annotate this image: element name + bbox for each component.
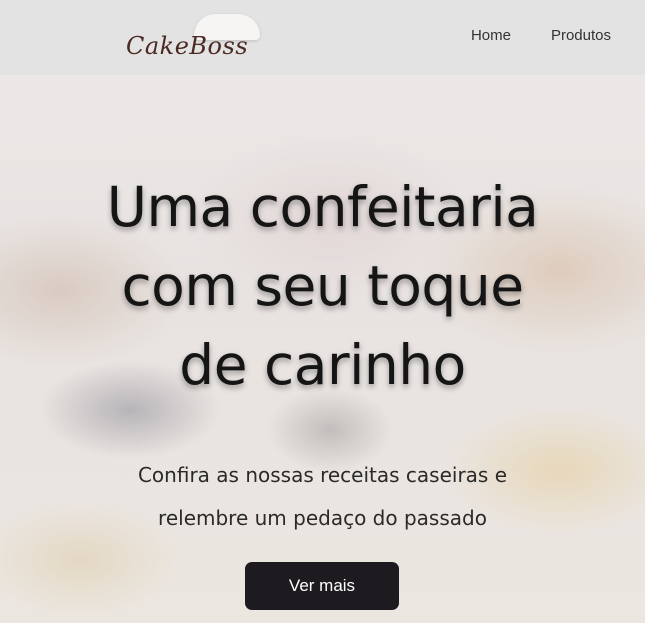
- hero-section: Uma confeitaria com seu toque de carinho…: [0, 75, 645, 540]
- logo-text: CakeBoss: [126, 32, 249, 60]
- ver-mais-button[interactable]: Ver mais: [245, 562, 399, 610]
- hero-title-line: com seu toque: [121, 254, 524, 318]
- hero-title: Uma confeitaria com seu toque de carinho: [23, 168, 623, 405]
- hero-title-line: Uma confeitaria: [106, 175, 539, 239]
- nav-link-produtos[interactable]: Produtos: [551, 27, 611, 44]
- nav-links: Home Produtos: [471, 27, 611, 44]
- nav-link-home[interactable]: Home: [471, 27, 511, 44]
- logo[interactable]: CakeBoss: [126, 14, 266, 64]
- hero-title-line: de carinho: [179, 333, 466, 397]
- hero-subtitle-line: Confira as nossas receitas caseiras e: [137, 463, 508, 487]
- hero-subtitle-line: relembre um pedaço do passado: [158, 506, 487, 530]
- hero-subtitle: Confira as nossas receitas caseiras e re…: [43, 454, 603, 540]
- page: CakeBoss Home Produtos Uma confeitaria c…: [0, 0, 645, 623]
- navbar: CakeBoss Home Produtos: [0, 0, 645, 75]
